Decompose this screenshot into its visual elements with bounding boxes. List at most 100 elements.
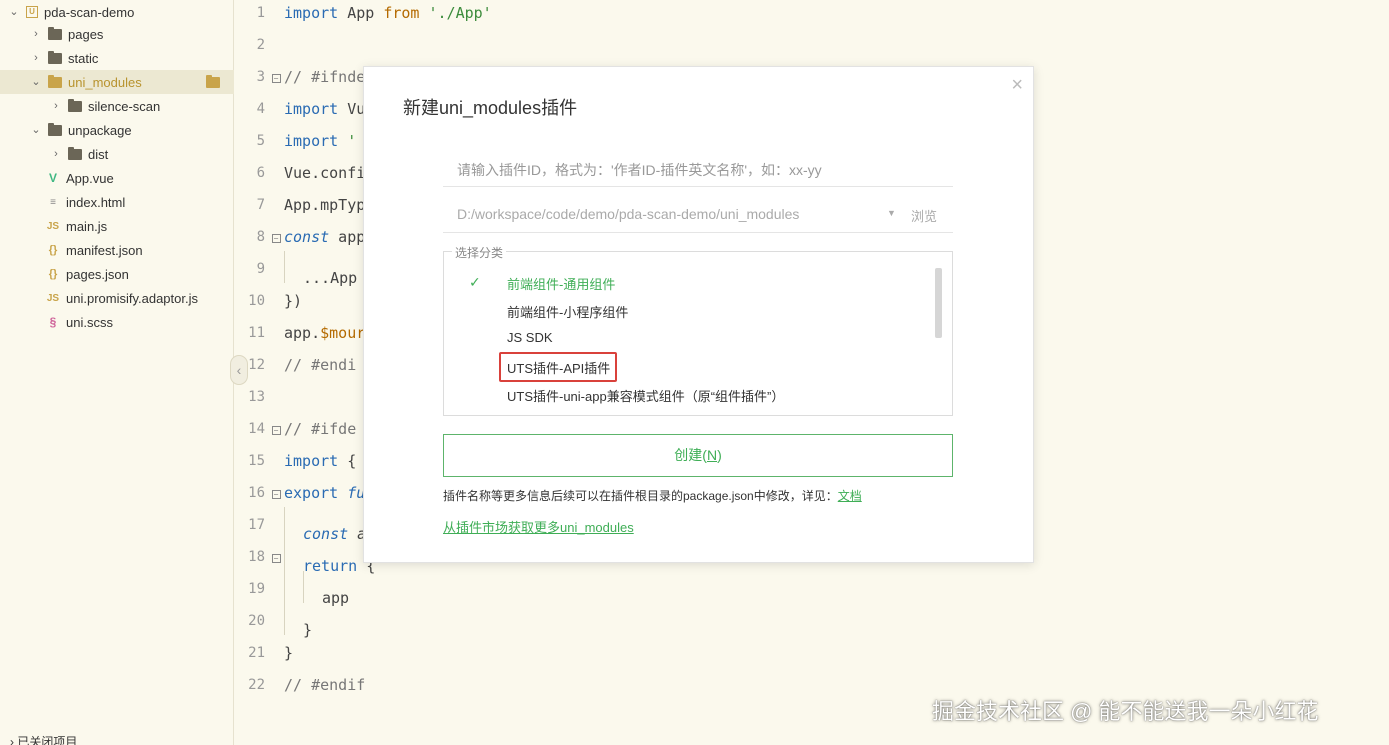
category-item-js-sdk[interactable]: JS SDK xyxy=(507,330,553,345)
code-text: const app xyxy=(284,228,365,246)
dropdown-arrow-icon[interactable]: ▼ xyxy=(887,208,896,218)
code-token: const xyxy=(284,228,330,246)
closed-projects-section[interactable]: › 已关闭项目 xyxy=(10,733,77,745)
line-number: 10 xyxy=(248,293,265,309)
line-number: 21 xyxy=(248,645,265,661)
tree-item-pages[interactable]: › pages xyxy=(0,22,234,46)
tree-item-promisify-js[interactable]: JS uni.promisify.adaptor.js xyxy=(0,286,234,310)
chevron-right-icon[interactable]: › xyxy=(50,148,62,160)
indent-guide xyxy=(284,571,303,603)
tree-item-app-vue[interactable]: V App.vue xyxy=(0,166,234,190)
code-line[interactable]: 21 } xyxy=(235,637,1389,669)
code-text: import { xyxy=(284,452,356,470)
category-item-uts-component[interactable]: UTS插件-uni-app兼容模式组件（原“组件插件”） xyxy=(507,386,784,405)
code-token: export xyxy=(284,484,339,502)
category-item-common-component[interactable]: 前端组件-通用组件 xyxy=(507,274,615,293)
code-token: app. xyxy=(284,324,321,342)
json-file-icon: {} xyxy=(48,244,58,256)
tree-item-pages-json[interactable]: {} pages.json xyxy=(0,262,234,286)
category-list: 选择分类 ✓ 前端组件-通用组件 前端组件-小程序组件 JS SDK UTS插件… xyxy=(443,244,953,416)
line-number: 13 xyxy=(248,389,265,405)
browse-button[interactable]: 浏览 xyxy=(911,206,937,225)
chevron-down-icon[interactable]: ⌄ xyxy=(30,76,42,88)
line-number: 11 xyxy=(248,325,265,341)
line-number: 14 xyxy=(248,421,265,437)
tree-item-main-js[interactable]: JS main.js xyxy=(0,214,234,238)
fold-toggle[interactable]: − xyxy=(269,423,283,436)
tree-item-static[interactable]: › static xyxy=(0,46,234,70)
tree-item-manifest-json[interactable]: {} manifest.json xyxy=(0,238,234,262)
code-text: import Vu xyxy=(284,100,365,118)
line-number: 2 xyxy=(256,37,265,53)
category-item-miniprogram-component[interactable]: 前端组件-小程序组件 xyxy=(507,302,628,321)
project-explorer: ⌄ U pda-scan-demo › pages › static ⌄ uni… xyxy=(0,0,234,745)
js-file-icon: JS xyxy=(46,292,60,304)
dialog-title: 新建uni_modules插件 xyxy=(403,98,578,118)
tree-item-dist[interactable]: › dist xyxy=(0,142,234,166)
code-line[interactable]: 1 import App from './App' xyxy=(235,0,1389,29)
tree-item-label: pages xyxy=(68,26,104,42)
code-token: './App' xyxy=(419,4,492,22)
code-text: // #ifde xyxy=(284,420,357,438)
code-text: // #ifnde xyxy=(284,68,366,86)
vue-file-icon: V xyxy=(48,171,57,185)
category-scrollbar[interactable] xyxy=(935,268,942,338)
html-file-icon: ≡ xyxy=(50,196,56,208)
folder-icon xyxy=(68,98,82,112)
fold-toggle[interactable]: − xyxy=(269,231,283,244)
code-line[interactable]: 19 app xyxy=(235,571,1389,607)
chevron-right-icon[interactable]: › xyxy=(30,52,42,64)
chevron-right-icon[interactable]: › xyxy=(30,28,42,40)
line-number: 15 xyxy=(248,453,265,469)
indent-guide xyxy=(303,571,322,603)
line-number: 3 xyxy=(256,69,265,85)
line-number: 4 xyxy=(256,101,265,117)
tree-item-label: main.js xyxy=(66,218,108,234)
code-text: // #endi xyxy=(284,356,357,374)
highlight-annotation xyxy=(499,352,617,382)
chevron-down-icon[interactable]: ⌄ xyxy=(8,6,20,18)
line-number: 18 xyxy=(248,549,265,565)
code-token: Vu xyxy=(338,100,366,118)
fold-toggle[interactable]: − xyxy=(269,551,283,564)
tree-item-label: pda-scan-demo xyxy=(44,4,135,20)
json-file-icon: {} xyxy=(48,268,58,280)
plugin-path-select[interactable]: D:/workspace/code/demo/pda-scan-demo/uni… xyxy=(443,197,953,233)
tree-item-project[interactable]: ⌄ U pda-scan-demo xyxy=(0,0,234,24)
code-token: { xyxy=(338,452,357,470)
indent-guide xyxy=(284,603,303,635)
tree-item-silence-scan[interactable]: › silence-scan xyxy=(0,94,234,118)
create-button[interactable]: 创建(N) xyxy=(443,434,953,477)
code-text: // #endif xyxy=(284,676,366,694)
category-legend: 选择分类 xyxy=(452,244,507,261)
code-token: import xyxy=(284,4,339,22)
code-text: app.$mour xyxy=(284,324,365,342)
tree-item-label: unpackage xyxy=(68,122,132,138)
tree-item-unpackage[interactable]: ⌄ unpackage xyxy=(0,118,234,142)
fold-toggle[interactable]: − xyxy=(269,487,283,500)
chevron-right-icon[interactable]: › xyxy=(50,100,62,112)
code-text: } xyxy=(284,603,312,639)
code-text: import App from './App' xyxy=(284,4,492,22)
close-icon[interactable]: × xyxy=(1011,75,1023,95)
tree-item-index-html[interactable]: ≡ index.html xyxy=(0,190,234,214)
docs-link[interactable]: 文档 xyxy=(838,489,862,503)
tree-item-label: uni.promisify.adaptor.js xyxy=(66,290,198,306)
line-number: 9 xyxy=(256,261,265,277)
new-uni-modules-plugin-dialog: 新建uni_modules插件 × D:/workspace/code/demo… xyxy=(363,66,1034,563)
plugin-id-input[interactable] xyxy=(443,153,953,187)
fold-toggle[interactable]: − xyxy=(269,71,283,84)
line-number: 19 xyxy=(248,581,265,597)
code-text: Vue.confi xyxy=(284,164,366,182)
code-line[interactable]: 20 } xyxy=(235,603,1389,639)
plugin-market-link[interactable]: 从插件市场获取更多uni_modules xyxy=(443,517,634,536)
collapse-icon: − xyxy=(271,73,281,83)
project-icon: U xyxy=(26,6,38,18)
code-line[interactable]: 2 xyxy=(235,29,1389,61)
chevron-down-icon[interactable]: ⌄ xyxy=(30,124,42,136)
plugin-path-value: D:/workspace/code/demo/pda-scan-demo/uni… xyxy=(457,206,800,222)
tree-item-uni-modules[interactable]: ⌄ uni_modules xyxy=(0,70,234,94)
tree-item-uni-scss[interactable]: § uni.scss xyxy=(0,310,234,334)
info-text-body: 插件名称等更多信息后续可以在插件根目录的package.json中修改，详见： xyxy=(443,489,838,503)
line-number: 1 xyxy=(256,5,265,21)
